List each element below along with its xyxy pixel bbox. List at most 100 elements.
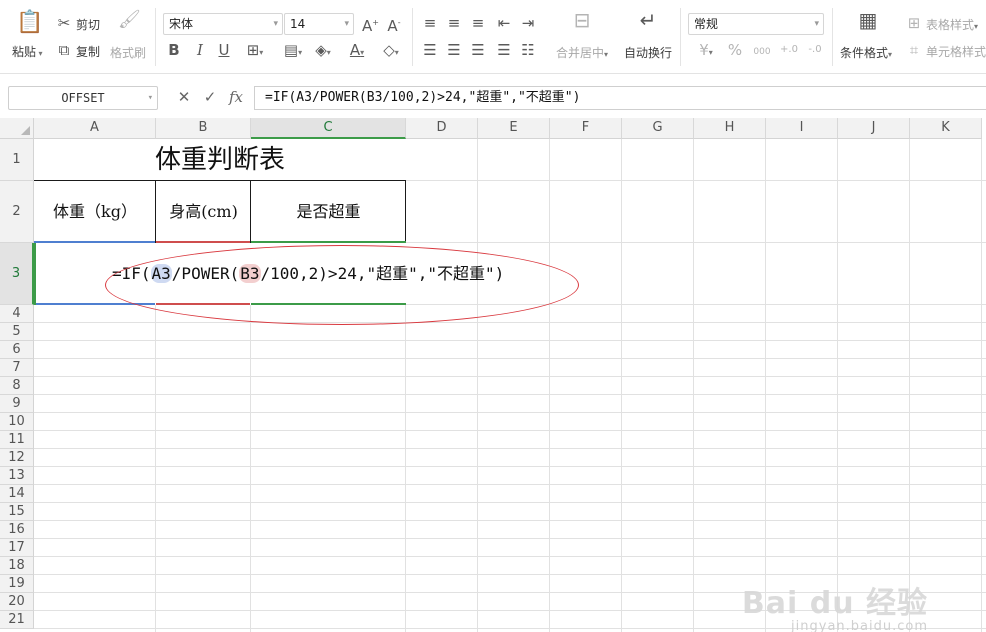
row-header-3[interactable]: 3 [0,243,34,305]
format-painter-icon[interactable]: 🖌 [118,11,141,29]
column-header-g[interactable]: G [622,118,694,139]
column-header-c[interactable]: C [251,118,406,139]
confirm-icon[interactable]: ✓ [202,89,218,105]
paste-button[interactable]: 粘贴 ▾ [12,43,43,60]
decrease-font-icon[interactable]: A- [386,15,402,34]
column-header-d[interactable]: D [406,118,478,139]
gridline [34,502,986,503]
column-header-e[interactable]: E [478,118,550,139]
align-left-icon[interactable]: ☰ [422,42,438,58]
name-box[interactable]: OFFSET ▾ [8,86,158,110]
column-header-f[interactable]: F [550,118,622,139]
select-all-icon [21,126,30,135]
formula-edit-cell[interactable]: =IF(A3/POWER(B3/100,2)>24,"超重","不超重") [34,243,504,305]
fill-color-icon[interactable]: ▤▾ [278,42,308,61]
column-header-a[interactable]: A [34,118,156,139]
font-name-select[interactable]: 宋体 ▾ [163,13,283,35]
align-middle-icon[interactable]: ≡ [446,15,462,31]
table-style-icon[interactable]: ⊞ [906,15,922,31]
row-header-20[interactable]: 20 [0,593,34,611]
row-header-16[interactable]: 16 [0,521,34,539]
row-header-18[interactable]: 18 [0,557,34,575]
gridline [34,484,986,485]
column-header-b[interactable]: B [156,118,251,139]
paint-bucket-icon[interactable]: ◈▾ [308,42,338,61]
font-size-select[interactable]: 14 ▾ [284,13,354,35]
justify-icon[interactable]: ☰ [496,42,512,58]
cell-style-icon[interactable]: ⌗ [906,42,922,58]
row-header-14[interactable]: 14 [0,485,34,503]
row-header-7[interactable]: 7 [0,359,34,377]
column-header-h[interactable]: H [694,118,766,139]
copy-icon[interactable]: ⧉ [56,42,72,58]
formula-input[interactable]: =IF(A3/POWER(B3/100,2)>24,"超重","不超重") [254,86,986,110]
paste-dropdown-icon[interactable]: ▾ [36,49,43,58]
chevron-down-icon[interactable]: ▾ [148,87,153,109]
row-header-13[interactable]: 13 [0,467,34,485]
conditional-format-icon[interactable]: ▦ [856,10,880,30]
paste-icon[interactable]: 📋 [16,10,43,36]
align-bottom-icon[interactable]: ≡ [470,15,486,31]
row-header-2[interactable]: 2 [0,181,34,243]
row-header-1[interactable]: 1 [0,139,34,181]
copy-button[interactable]: 复制 [76,43,100,60]
row-header-5[interactable]: 5 [0,323,34,341]
row-header-6[interactable]: 6 [0,341,34,359]
wrap-text-icon[interactable]: ↵ [636,10,660,30]
row-header-10[interactable]: 10 [0,413,34,431]
row-header-9[interactable]: 9 [0,395,34,413]
increase-indent-icon[interactable]: ⇥ [520,15,536,31]
cancel-icon[interactable]: ✕ [176,89,192,105]
cut-icon[interactable]: ✂ [56,15,72,31]
row-header-21[interactable]: 21 [0,611,34,629]
italic-icon[interactable]: I [192,42,208,58]
select-all-button[interactable] [0,118,34,139]
row-header-11[interactable]: 11 [0,431,34,449]
borders-icon[interactable]: ⊞▾ [240,42,270,61]
row-header-17[interactable]: 17 [0,539,34,557]
font-color-icon[interactable]: A▾ [342,42,372,61]
currency-icon[interactable]: ¥▾ [694,42,718,61]
cell-style-button[interactable]: 单元格样式 [926,43,986,60]
decrease-decimal-icon[interactable]: -.0 [804,42,826,58]
bold-icon[interactable]: B [166,42,182,58]
table-title[interactable]: 体重判断表 [34,139,406,181]
distributed-icon[interactable]: ☷ [520,42,536,58]
column-header-k[interactable]: K [910,118,982,139]
cell-formula-text[interactable]: =IF(A3/POWER(B3/100,2)>24,"超重","不超重") [112,263,504,285]
row-header-8[interactable]: 8 [0,377,34,395]
wrap-text-button[interactable]: 自动换行 [624,44,672,61]
column-header-j[interactable]: J [838,118,910,139]
align-center-icon[interactable]: ☰ [446,42,462,58]
fx-icon[interactable]: fx [226,89,246,105]
number-format-select[interactable]: 常规 ▾ [688,13,824,35]
format-painter-button[interactable]: 格式刷 [110,44,146,61]
divider [412,8,413,66]
align-top-icon[interactable]: ≡ [422,15,438,31]
cut-button[interactable]: 剪切 [76,16,100,33]
merge-center-button[interactable]: 合并居中▾ [556,44,608,61]
header-overweight-cell[interactable]: 是否超重 [251,181,406,243]
align-right-icon[interactable]: ☰ [470,42,486,58]
percent-icon[interactable]: % [726,42,744,58]
eraser-icon[interactable]: ◇▾ [376,42,406,61]
row-header-19[interactable]: 19 [0,575,34,593]
row-header-15[interactable]: 15 [0,503,34,521]
header-weight-cell[interactable]: 体重（kg） [34,181,156,243]
column-header-i[interactable]: I [766,118,838,139]
gridline [549,139,550,632]
conditional-format-button[interactable]: 条件格式▾ [840,44,892,61]
row-header-4[interactable]: 4 [0,305,34,323]
ref-border-b3-bottom [156,303,250,305]
row-header-12[interactable]: 12 [0,449,34,467]
increase-font-icon[interactable]: A+ [362,15,379,34]
increase-decimal-icon[interactable]: +.0 [778,42,800,58]
underline-icon[interactable]: U [216,42,232,58]
thousands-icon[interactable]: 000 [750,44,774,60]
font-name-value: 宋体 [169,17,194,31]
table-style-button[interactable]: 表格样式▾ [926,16,978,33]
header-height-cell[interactable]: 身高(cm) [156,181,251,243]
chevron-down-icon: ▾ [344,19,349,29]
merge-center-icon[interactable]: ⊟ [570,10,594,30]
decrease-indent-icon[interactable]: ⇤ [496,15,512,31]
